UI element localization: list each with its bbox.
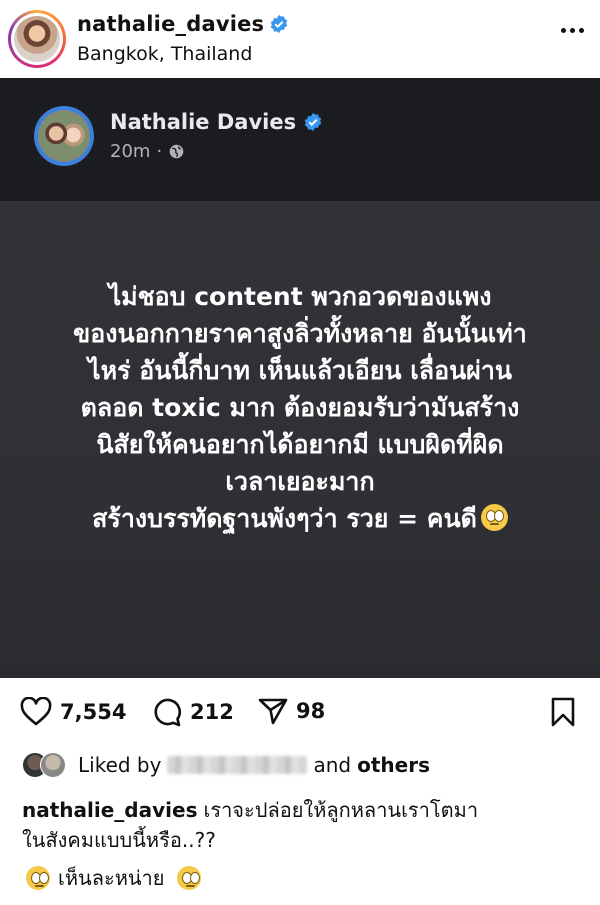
liked-by-prefix: Liked by xyxy=(78,753,162,777)
post-text-line: สร้างบรรทัดฐานพังๆว่า รวย = คนดี xyxy=(92,504,477,533)
liked-by-row[interactable]: Liked by and others xyxy=(22,752,430,778)
eye-roll-emoji-icon xyxy=(480,504,508,531)
caption-username[interactable]: nathalie_davies xyxy=(22,798,197,822)
like-count: 7,554 xyxy=(60,700,127,724)
comment-count: 212 xyxy=(190,700,234,724)
comment-bubble-icon xyxy=(154,698,182,727)
post-text-last-line: สร้างบรรทัดฐานพังๆว่า รวย = คนดี xyxy=(0,500,600,537)
caption: nathalie_davies เราจะปล่อยให้ลูกหลานเราโต… xyxy=(22,795,592,855)
location-link[interactable]: Bangkok, Thailand xyxy=(77,43,252,65)
post-text-line: ตลอด toxic มาก ต้องยอมรับว่ามันสร้าง xyxy=(80,393,520,422)
post-text-line: ของนอกกายราคาสูงลิ่วทั้งหลาย อันนั้นเท่า xyxy=(73,319,527,348)
verified-badge-icon xyxy=(304,112,322,132)
embedded-post-header: Nathalie Davies 20m · xyxy=(0,78,600,201)
caption-line2: ในสังคมแบบนี้หรือ..?? xyxy=(22,828,216,852)
action-bar: 7,554 212 98 xyxy=(0,693,600,733)
share-button[interactable]: 98 xyxy=(258,697,325,725)
liker-avatars xyxy=(22,752,70,778)
comment-button[interactable]: 212 xyxy=(152,697,234,727)
post-text-line: เวลาเยอะมาก xyxy=(225,467,375,496)
post-text-line: ไหร่ อันนี้กี่บาท เห็นแล้วเอียน เลื่อนผ่… xyxy=(88,356,512,385)
verified-badge-icon xyxy=(271,14,288,34)
embedded-author-name: Nathalie Davies xyxy=(110,110,297,134)
caption-line3-text: เห็นละหน่าย xyxy=(58,866,165,890)
liked-by-and: and xyxy=(313,753,352,777)
post-header: nathalie_davies Bangkok, Thailand xyxy=(0,0,600,78)
embedded-author-avatar xyxy=(34,106,94,166)
post-image[interactable]: Nathalie Davies 20m · ไม่ชอบ content พวก… xyxy=(0,78,600,678)
caption-line1: เราจะปล่อยให้ลูกหลานเราโตมา xyxy=(203,798,479,822)
liked-by-others[interactable]: others xyxy=(357,753,430,777)
paper-plane-icon xyxy=(258,698,288,725)
heart-icon xyxy=(20,697,52,726)
profile-avatar[interactable] xyxy=(8,10,66,68)
post-text-line: นิสัยให้คนอยากได้อยากมี แบบผิดที่ผิด xyxy=(96,430,504,459)
embedded-post-meta: 20m · xyxy=(110,141,185,162)
more-options-icon[interactable] xyxy=(561,28,584,33)
embedded-post-text: ไม่ชอบ content พวกอวดของแพง ของนอกกายราค… xyxy=(0,278,600,537)
like-button[interactable]: 7,554 xyxy=(20,697,126,727)
caption-line3: เห็นละหน่าย xyxy=(22,862,201,894)
post-text-line: ไม่ชอบ content พวกอวดของแพง xyxy=(108,282,492,311)
bookmark-icon[interactable] xyxy=(550,697,576,727)
username-link[interactable]: nathalie_davies xyxy=(77,12,264,36)
share-count: 98 xyxy=(296,699,326,723)
username-row: nathalie_davies xyxy=(77,12,289,36)
eye-roll-emoji-icon xyxy=(176,866,201,890)
meta-separator: · xyxy=(156,141,163,162)
eye-roll-emoji-icon xyxy=(26,866,50,890)
blurred-username[interactable] xyxy=(167,756,308,774)
globe-icon xyxy=(169,144,184,159)
embedded-post-time: 20m xyxy=(110,141,151,162)
